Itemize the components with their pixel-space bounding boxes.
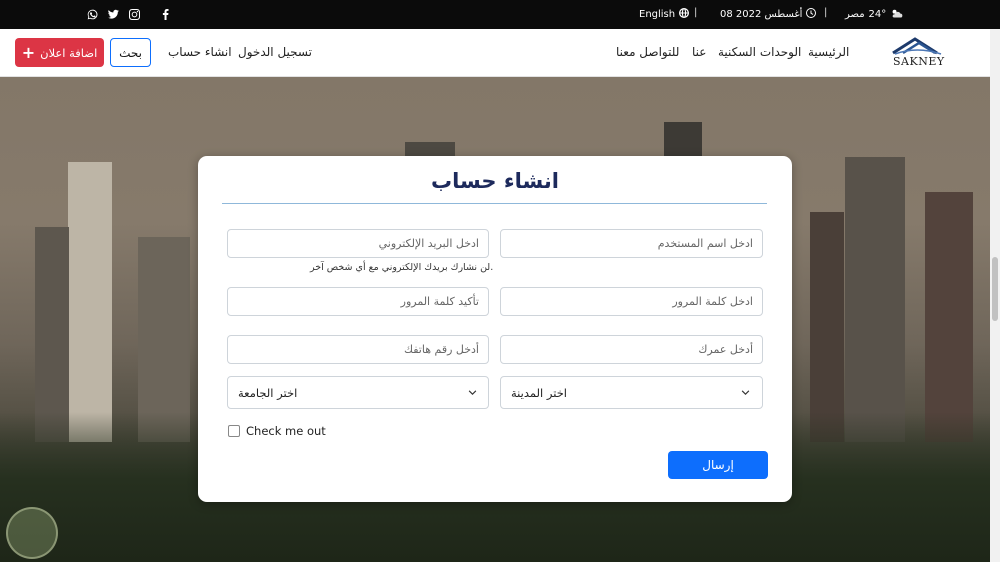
submit-button[interactable]: إرسال (668, 451, 768, 479)
date-text: 08 أغسطس 2022 (720, 9, 803, 20)
form-title: انشاء حساب (431, 169, 559, 193)
email-help-text: لن نشارك بريدك الإلكتروني مع أي شخص آخر. (310, 262, 494, 273)
plus-icon: + (21, 42, 36, 62)
page-scrollbar[interactable] (990, 29, 1000, 562)
logo-text: SAKNEY (893, 55, 945, 68)
instagram-icon[interactable] (128, 8, 140, 20)
site-logo[interactable]: SAKNEY (889, 37, 949, 71)
social-links (86, 8, 171, 20)
nav-units[interactable]: الوحدات السكنية (718, 45, 801, 59)
add-listing-label: اضافة اعلان (40, 45, 98, 60)
main-navbar: + اضافة اعلان بحث انشاء حساب تسجيل الدخو… (0, 29, 990, 77)
nav-login[interactable]: تسجيل الدخول (238, 45, 312, 59)
email-input[interactable]: ادخل البريد الإلكتروني (227, 229, 489, 258)
nav-contact[interactable]: للتواصل معنا (616, 45, 679, 59)
language-label: English (639, 9, 676, 20)
language-switcher[interactable]: English (639, 8, 690, 21)
weather-location: مصر (845, 9, 865, 20)
clock-icon (806, 8, 817, 21)
check-me-out-row[interactable]: Check me out (228, 424, 326, 438)
logo-roof-icon (892, 37, 942, 55)
building (35, 227, 69, 442)
topbar-separator: | (824, 7, 828, 18)
weather-display: مصر 24° (845, 8, 903, 21)
weather-temp: 24° (868, 9, 887, 20)
add-listing-button[interactable]: + اضافة اعلان (15, 38, 104, 67)
username-input[interactable]: ادخل اسم المستخدم (500, 229, 763, 258)
building (845, 157, 905, 442)
check-me-out-label[interactable]: Check me out (246, 424, 326, 438)
twitter-icon[interactable] (107, 8, 119, 20)
chevron-down-icon (468, 390, 477, 395)
nav-create-account[interactable]: انشاء حساب (168, 45, 232, 59)
city-select[interactable]: اختر المدينة (500, 376, 763, 409)
nav-about[interactable]: عنا (692, 45, 706, 59)
weather-icon (890, 8, 903, 21)
city-select-value: اختر المدينة (511, 385, 567, 400)
age-input[interactable]: أدخل عمرك (500, 335, 763, 364)
nav-home[interactable]: الرئيسية (808, 45, 849, 59)
whatsapp-icon[interactable] (86, 8, 98, 20)
chevron-down-icon (741, 390, 750, 395)
facebook-icon[interactable] (159, 8, 171, 20)
phone-input[interactable]: أدخل رقم هاتفك (227, 335, 489, 364)
building (925, 192, 973, 442)
password-input[interactable]: ادخل كلمة المرور (500, 287, 763, 316)
top-bar: English | 08 أغسطس 2022 | مصر 24° (0, 0, 1000, 29)
topbar-separator: | (694, 7, 698, 18)
university-select-value: اختر الجامعة (238, 385, 298, 400)
check-me-out-checkbox[interactable] (228, 425, 240, 437)
search-button[interactable]: بحث (110, 38, 151, 67)
scrollbar-thumb[interactable] (992, 257, 998, 321)
date-display: 08 أغسطس 2022 (720, 8, 817, 21)
building (68, 162, 112, 442)
site-badge-icon (6, 507, 58, 559)
building (810, 212, 844, 442)
confirm-password-input[interactable]: تأكيد كلمة المرور (227, 287, 489, 316)
globe-icon (679, 8, 690, 21)
title-divider (222, 203, 767, 204)
university-select[interactable]: اختر الجامعة (227, 376, 489, 409)
